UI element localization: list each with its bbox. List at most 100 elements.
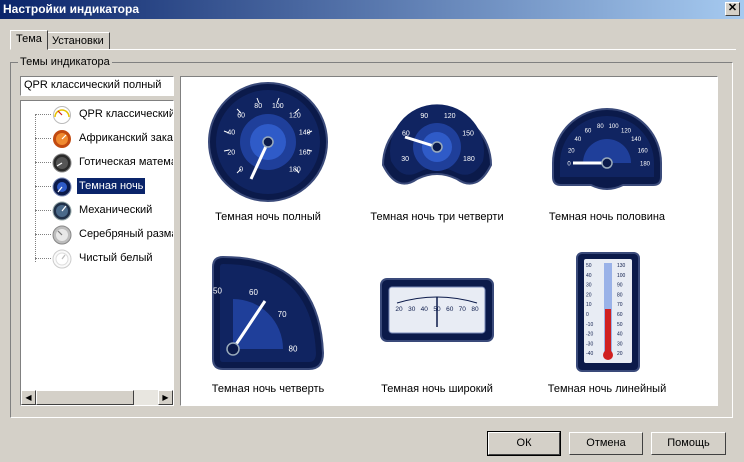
tab-theme[interactable]: Тема — [10, 30, 48, 50]
tree-item-silver[interactable]: Серебряный размах — [35, 223, 174, 247]
linear-gauge-preview: 50403020100-10-20-30-4013010090807060504… — [576, 252, 640, 372]
three-quarter-gauge-tick-label: 90 — [420, 113, 428, 120]
ok-button[interactable]: ОК — [487, 431, 561, 456]
white-gauge-icon — [52, 249, 72, 269]
gallery-label-quarter: Темная ночь четверть — [211, 383, 325, 395]
wide-gauge-preview: 20304050607080 — [380, 278, 494, 342]
linear-gauge-left-tick-label: -10 — [586, 322, 593, 328]
linear-gauge-left-tick-label: 40 — [586, 273, 592, 279]
full-gauge-tick-label: 20 — [227, 149, 235, 156]
half-gauge-tick-label: 140 — [631, 137, 642, 143]
gallery-label-linear: Темная ночь линейный — [547, 383, 667, 395]
half-gauge-tick-label: 100 — [609, 124, 620, 130]
tree-item-label: Африканский закат — [79, 132, 174, 144]
linear-gauge-left-tick-label: 30 — [586, 283, 592, 289]
tree-item-label: Чистый белый — [79, 252, 153, 264]
tree-item-mechanical[interactable]: Механический — [35, 199, 173, 223]
tree-horizontal-scrollbar[interactable]: ◀ ▶ — [21, 390, 173, 405]
linear-gauge-right-tick-label: 80 — [617, 292, 623, 298]
gallery-item-linear[interactable]: 50 40 30 20 10 0 -10 -20 -30 -40 130 100 90 80 70 60 50 4… — [575, 251, 641, 376]
quarter-gauge-tick-label: 70 — [278, 310, 287, 319]
full-gauge-tick-label: 80 — [254, 103, 262, 110]
tree-item-qpr-classic[interactable]: QPR классический — [35, 103, 174, 127]
mechanical-gauge-icon — [52, 201, 72, 221]
gallery-label-wide: Темная ночь широкий — [381, 383, 493, 395]
linear-gauge-left-tick-label: -30 — [586, 341, 593, 347]
full-gauge-tick-label: 0 — [239, 166, 243, 173]
quarter-gauge-tick-label: 80 — [289, 345, 298, 354]
wide-gauge-tick-label: 20 — [395, 306, 403, 313]
half-gauge-preview: 020406080 100120140160180 — [552, 108, 662, 190]
close-button[interactable]: ✕ — [725, 2, 740, 16]
three-quarter-gauge-tick-label: 30 — [401, 156, 409, 163]
full-gauge-tick-label: 100 — [272, 103, 284, 110]
wide-gauge-tick-label: 70 — [459, 306, 467, 313]
title-bar: Настройки индикатора ✕ — [0, 0, 744, 19]
linear-gauge-left-tick-label: 10 — [586, 302, 592, 308]
scroll-left-button[interactable]: ◀ — [21, 390, 36, 405]
linear-gauge-right-tick-label: 40 — [617, 332, 623, 338]
wide-gauge-tick-label: 40 — [421, 306, 429, 313]
half-gauge-tick-label: 20 — [568, 149, 575, 155]
theme-tree[interactable]: QPR классический Африканский закат Готич… — [20, 100, 174, 406]
full-gauge-tick-label: 180 — [289, 166, 301, 173]
full-gauge-tick-label: 120 — [289, 113, 301, 120]
full-gauge-preview: 0 20 40 60 80 100 120 140 160 180 — [208, 82, 328, 202]
tree-item-label: Готическая математика — [79, 156, 173, 168]
half-gauge-tick-label: 160 — [638, 149, 649, 155]
linear-gauge-right-tick-label: 70 — [617, 302, 623, 308]
linear-gauge-right-tick-label: 130 — [617, 263, 626, 269]
half-gauge-tick-label: 120 — [621, 129, 632, 135]
gallery-item-half[interactable]: 0 20 40 60 80 100 120 140 160 180 — [549, 101, 665, 196]
linear-gauge-right-tick-label: 50 — [617, 322, 623, 328]
quarter-gauge-tick-label: 60 — [249, 288, 258, 297]
linear-gauge-left-tick-label: 50 — [586, 263, 592, 269]
tree-item-african[interactable]: Африканский закат — [35, 127, 174, 151]
theme-preview-gallery: 0 20 40 60 80 100 120 140 160 180 Темная ночь пол… — [180, 76, 718, 406]
wide-gauge-tick-label: 30 — [408, 306, 416, 313]
gallery-item-wide[interactable]: 20304050607080 — [379, 277, 495, 346]
tree-item-label: Темная ночь — [77, 178, 146, 194]
three-quarter-gauge-tick-label: 120 — [444, 113, 456, 120]
gallery-label-three-quarter: Темная ночь три четверти — [370, 211, 504, 223]
tree-item-dark-night[interactable]: Темная ночь — [35, 175, 173, 199]
theme-name-field[interactable]: QPR классический полный — [20, 76, 174, 96]
tab-settings[interactable]: Установки — [46, 32, 110, 50]
tree-item-label: Механический — [79, 204, 153, 216]
full-gauge-tick-label: 160 — [299, 149, 311, 156]
help-button[interactable]: Помощь — [651, 432, 726, 455]
full-gauge-tick-label: 40 — [227, 130, 235, 137]
linear-gauge-left-tick-label: -40 — [586, 351, 593, 357]
tree-item-pure-white[interactable]: Чистый белый — [35, 247, 173, 271]
scroll-right-button[interactable]: ▶ — [158, 390, 173, 405]
three-quarter-gauge-preview: 306090 120150180 — [381, 104, 493, 185]
full-gauge-tick-label: 140 — [299, 130, 311, 137]
linear-gauge-left-tick-label: 20 — [586, 292, 592, 298]
scroll-thumb[interactable] — [36, 390, 134, 405]
gallery-item-three-quarter[interactable]: 30 60 90 120 150 180 — [377, 95, 497, 198]
linear-gauge-right-tick-label: 20 — [617, 351, 623, 357]
wide-gauge-tick-label: 60 — [446, 306, 454, 313]
full-gauge-tick-label: 60 — [237, 113, 245, 120]
gothic-gauge-icon — [52, 153, 72, 173]
half-gauge-tick-label: 180 — [640, 162, 651, 168]
tree-item-gothic[interactable]: Готическая математика — [35, 151, 173, 175]
classic-gauge-icon — [53, 106, 71, 124]
half-gauge-tick-label: 80 — [597, 124, 604, 130]
gallery-item-quarter[interactable]: 50 60 70 80 — [209, 253, 327, 376]
cancel-button[interactable]: Отмена — [569, 432, 643, 455]
tree-item-label: Серебряный размах — [79, 228, 174, 240]
dark-night-gauge-icon — [52, 177, 72, 197]
linear-gauge-right-tick-label: 90 — [617, 283, 623, 289]
gallery-item-full[interactable]: 0 20 40 60 80 100 120 140 160 180 — [207, 81, 329, 206]
three-quarter-gauge-tick-label: 180 — [463, 156, 475, 163]
half-gauge-tick-label: 40 — [575, 137, 582, 143]
silver-gauge-icon — [52, 225, 72, 245]
gallery-label-half: Темная ночь половина — [548, 211, 666, 223]
quarter-gauge-preview: 50 60 70 80 — [212, 255, 325, 370]
linear-gauge-right-tick-label: 30 — [617, 341, 623, 347]
linear-gauge-right-tick-label: 60 — [617, 312, 623, 318]
group-label: Темы индикатора — [18, 56, 112, 68]
linear-gauge-left-tick-label: -20 — [586, 332, 593, 338]
tree-item-label: QPR классический — [79, 108, 174, 120]
